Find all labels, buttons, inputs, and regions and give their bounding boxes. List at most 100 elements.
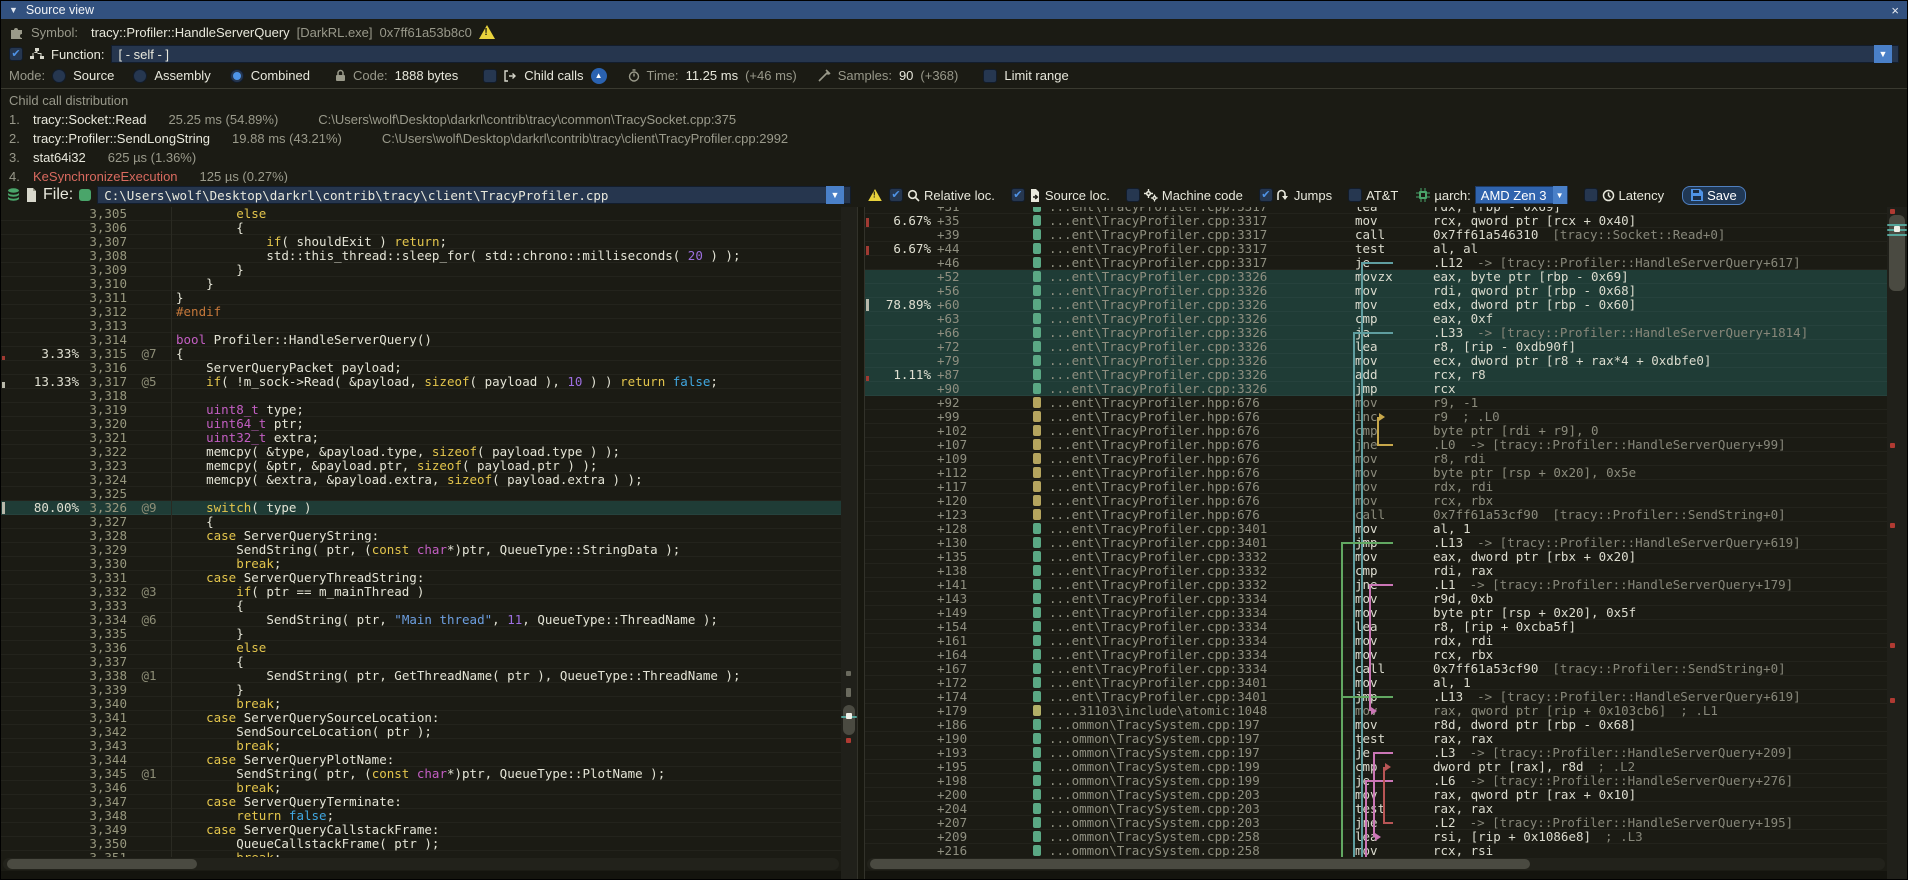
assembly-row[interactable]: +216...ommon\TracySystem.cpp:258movrcx, … [865,844,1887,857]
assembly-hscrollbar[interactable] [867,858,1885,870]
assembly-row[interactable]: +174...ent\TracyProfiler.cpp:3401jmp.L13… [865,690,1887,704]
assembly-row[interactable]: +154...ent\TracyProfiler.cpp:3334lear8, … [865,620,1887,634]
radio-source[interactable] [52,69,66,83]
assembly-row[interactable]: +209...ommon\TracySystem.cpp:258learsi, … [865,830,1887,844]
assembly-row[interactable]: +167...ent\TracyProfiler.cpp:3334call0x7… [865,662,1887,676]
source-line[interactable]: 3,305else [1,207,841,221]
assembly-row[interactable]: +117...ent\TracyProfiler.hpp:676movrdx, … [865,480,1887,494]
assembly-row[interactable]: +193...ommon\TracySystem.cpp:197je.L3-> … [865,746,1887,760]
panel-splitter[interactable] [857,207,865,880]
source-vscroll-handle[interactable] [843,705,855,735]
source-line[interactable]: 3,347case ServerQueryTerminate: [1,795,841,809]
assembly-row[interactable]: +128...ent\TracyProfiler.cpp:3401moval, … [865,522,1887,536]
assembly-row[interactable]: +123...ent\TracyProfiler.hpp:676call0x7f… [865,508,1887,522]
assembly-row[interactable]: 78.89%+60...ent\TracyProfiler.cpp:3326mo… [865,298,1887,312]
source-hscrollbar[interactable] [3,858,839,870]
assembly-row[interactable]: +107...ent\TracyProfiler.hpp:676jne.L0->… [865,438,1887,452]
machine-code-checkbox[interactable] [1126,188,1140,202]
limit-range-checkbox[interactable] [983,69,997,83]
assembly-row[interactable]: 6.67%+44...ent\TracyProfiler.cpp:3317tes… [865,242,1887,256]
child-call-row[interactable]: 1.tracy::Socket::Read25.25 ms (54.89%)C:… [9,110,1899,129]
source-line[interactable]: 3,329SendString( ptr, (const char*)ptr, … [1,543,841,557]
assembly-row[interactable]: +186...ommon\TracySystem.cpp:197movr8d, … [865,718,1887,732]
assembly-row[interactable]: +39...ent\TracyProfiler.cpp:3317call0x7f… [865,228,1887,242]
assembly-row[interactable]: +92...ent\TracyProfiler.hpp:676movr9, -1 [865,396,1887,410]
assembly-row[interactable]: +52...ent\TracyProfiler.cpp:3326movzxeax… [865,270,1887,284]
source-line[interactable]: 3,334@6SendString( ptr, "Main thread", 1… [1,613,841,627]
collapse-all-button[interactable]: ▲ [591,68,607,84]
assembly-row[interactable]: +90...ent\TracyProfiler.cpp:3326jmprcx [865,382,1887,396]
source-line[interactable]: 3,332@3if( ptr == m_mainThread ) [1,585,841,599]
source-line[interactable]: 3,343break; [1,739,841,753]
assembly-row[interactable]: +200...ommon\TracySystem.cpp:203movrax, … [865,788,1887,802]
file-dropdown-arrow-icon[interactable]: ▼ [826,186,844,204]
source-line[interactable]: 3,339} [1,683,841,697]
assembly-row[interactable]: +149...ent\TracyProfiler.cpp:3334movbyte… [865,606,1887,620]
assembly-row[interactable]: +195...ommon\TracySystem.cpp:199cmpdword… [865,760,1887,774]
save-button[interactable]: Save [1682,186,1746,205]
source-loc-checkbox[interactable] [1011,188,1025,202]
source-line[interactable]: 3,312#endif [1,305,841,319]
source-line[interactable]: 3,324memcpy( &extra, &payload.extra, siz… [1,473,841,487]
assembly-row[interactable]: +46...ent\TracyProfiler.cpp:3317je.L12->… [865,256,1887,270]
assembly-row[interactable]: +56...ent\TracyProfiler.cpp:3326movrdi, … [865,284,1887,298]
att-checkbox[interactable] [1348,188,1362,202]
latency-checkbox[interactable] [1584,188,1598,202]
assembly-vscrollbar[interactable] [1887,207,1907,880]
collapse-icon[interactable]: ▼ [9,5,18,15]
source-line[interactable]: 3,319uint8_t type; [1,403,841,417]
source-line[interactable]: 3,327{ [1,515,841,529]
assembly-row[interactable]: +112...ent\TracyProfiler.hpp:676movbyte … [865,466,1887,480]
assembly-row[interactable]: +102...ent\TracyProfiler.hpp:676cmpbyte … [865,424,1887,438]
source-line[interactable]: 3,351break; [1,851,841,857]
assembly-row[interactable]: +138...ent\TracyProfiler.cpp:3332cmprdi,… [865,564,1887,578]
child-call-row[interactable]: 2.tracy::Profiler::SendLongString19.88 m… [9,129,1899,148]
source-line[interactable]: 3,342SendSourceLocation( ptr ); [1,725,841,739]
source-line[interactable]: 3,345@1SendString( ptr, (const char*)ptr… [1,767,841,781]
child-call-row[interactable]: 4.KeSynchronizeExecution125 µs (0.27%) [9,167,1899,183]
assembly-row[interactable]: +198...ommon\TracySystem.cpp:199je.L6-> … [865,774,1887,788]
assembly-row[interactable]: +161...ent\TracyProfiler.cpp:3334movrdx,… [865,634,1887,648]
assembly-row[interactable]: +120...ent\TracyProfiler.hpp:676movrcx, … [865,494,1887,508]
function-checkbox[interactable] [9,47,23,61]
assembly-row[interactable]: +207...ommon\TracySystem.cpp:203jne.L2->… [865,816,1887,830]
source-line[interactable]: 3,314bool Profiler::HandleServerQuery() [1,333,841,347]
assembly-row[interactable]: +99...ent\TracyProfiler.hpp:676incr9; .L… [865,410,1887,424]
source-vscrollbar[interactable] [841,207,857,880]
source-hscroll-handle[interactable] [7,859,197,869]
assembly-row[interactable]: +190...ommon\TracySystem.cpp:197testrax,… [865,732,1887,746]
assembly-row[interactable]: +179....31103\include\atomic:1048movrax,… [865,704,1887,718]
radio-assembly[interactable] [133,69,147,83]
assembly-row[interactable]: +172...ent\TracyProfiler.cpp:3401moval, … [865,676,1887,690]
assembly-row[interactable]: +72...ent\TracyProfiler.cpp:3326lear8, [… [865,340,1887,354]
file-combo[interactable]: C:\Users\wolf\Desktop\darkrl\contrib\tra… [97,186,851,204]
child-calls-checkbox[interactable] [483,69,497,83]
source-line[interactable]: 3,336else [1,641,841,655]
source-line[interactable]: 13.33%3,317@5if( !m_sock->Read( &payload… [1,375,841,389]
relative-loc-checkbox[interactable] [889,188,903,202]
uarch-combo[interactable]: AMD Zen 3 ▼ [1475,186,1568,204]
source-line[interactable]: 3,311} [1,291,841,305]
assembly-row[interactable]: +204...ommon\TracySystem.cpp:203testrax,… [865,802,1887,816]
assembly-row[interactable]: +79...ent\TracyProfiler.cpp:3326movecx, … [865,354,1887,368]
source-line[interactable]: 3,346break; [1,781,841,795]
child-call-row[interactable]: 3.stat64i32625 µs (1.36%) [9,148,1899,167]
source-line[interactable]: 80.00%3,326@9switch( type ) [1,501,841,515]
assembly-row[interactable]: +164...ent\TracyProfiler.cpp:3334movrcx,… [865,648,1887,662]
source-line[interactable]: 3,309} [1,263,841,277]
assembly-row[interactable]: +143...ent\TracyProfiler.cpp:3334movr9d,… [865,592,1887,606]
source-line[interactable]: 3,350QueueCallstackFrame( ptr ); [1,837,841,851]
source-line[interactable]: 3,335} [1,627,841,641]
assembly-row[interactable]: +135...ent\TracyProfiler.cpp:3332moveax,… [865,550,1887,564]
function-dropdown-arrow-icon[interactable]: ▼ [1874,45,1892,63]
source-line[interactable]: 3,308std::this_thread::sleep_for( std::c… [1,249,841,263]
source-line[interactable]: 3,325 [1,487,841,501]
source-line[interactable]: 3,318 [1,389,841,403]
source-line[interactable]: 3,310} [1,277,841,291]
source-line[interactable]: 3,338@1SendString( ptr, GetThreadName( p… [1,669,841,683]
assembly-row[interactable]: +63...ent\TracyProfiler.cpp:3326cmpeax, … [865,312,1887,326]
close-icon[interactable]: × [1891,4,1899,17]
radio-combined[interactable] [230,69,244,83]
assembly-row[interactable]: +109...ent\TracyProfiler.hpp:676movr8, r… [865,452,1887,466]
source-line[interactable]: 3.33%3,315@7{ [1,347,841,361]
